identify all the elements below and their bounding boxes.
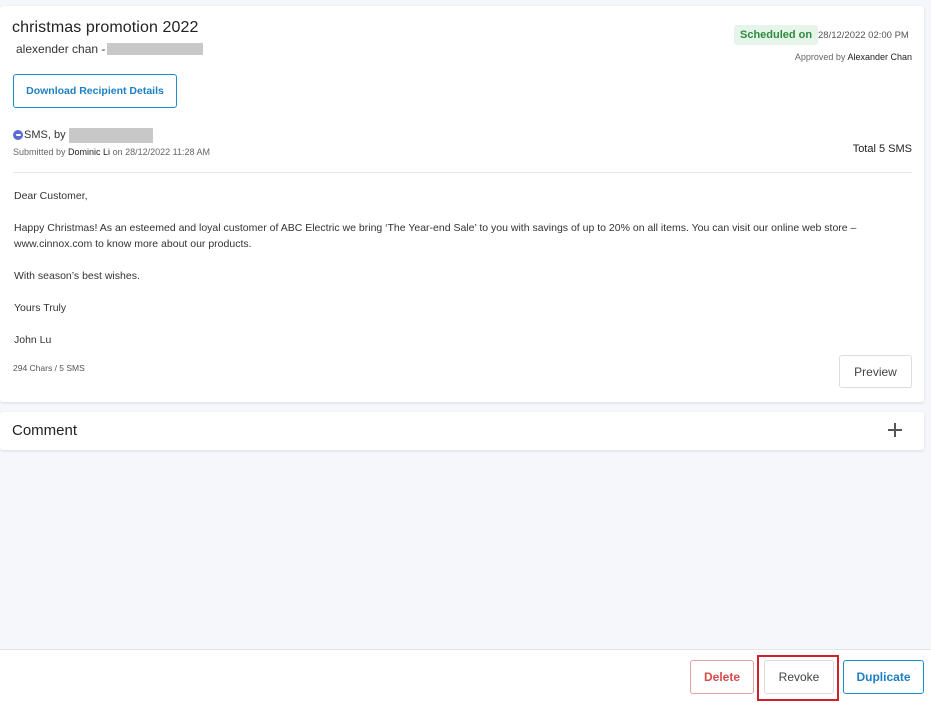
page: christmas promotion 2022 alexender chan … — [0, 0, 931, 703]
channel-label: SMS, by — [24, 129, 66, 141]
approver-name: Alexander Chan — [847, 52, 912, 62]
campaign-title: christmas promotion 2022 — [12, 19, 199, 36]
approved-by: Approved by Alexander Chan — [795, 52, 912, 62]
sender-row: alexender chan - — [16, 42, 204, 56]
submitter-name: Dominic Li — [68, 147, 111, 157]
duplicate-button[interactable]: Duplicate — [843, 660, 924, 694]
submitted-prefix: Submitted by — [13, 147, 66, 157]
comment-title: Comment — [12, 422, 78, 439]
message-paragraph: Happy Christmas! As an esteemed and loya… — [14, 222, 857, 250]
message-paragraph: John Lu — [14, 334, 52, 346]
message-paragraph: Yours Truly — [14, 302, 67, 314]
scheduled-time: 28/12/2022 02:00 PM — [818, 30, 909, 41]
plus-icon[interactable] — [888, 423, 902, 437]
status-badge: Scheduled on — [734, 25, 819, 45]
submitted-info: Submitted by Dominic Li on 28/12/2022 11… — [13, 147, 210, 157]
approved-prefix: Approved by — [794, 52, 846, 62]
delete-button[interactable]: Delete — [690, 660, 754, 694]
comment-section[interactable]: Comment — [0, 412, 924, 450]
sender-name: alexender chan - — [16, 42, 106, 56]
download-recipient-details-button[interactable]: Download Recipient Details — [13, 74, 177, 108]
message-body: Dear Customer, Happy Christmas! As an es… — [14, 188, 912, 364]
char-count: 294 Chars / 5 SMS — [13, 363, 85, 373]
submitted-date: on 28/12/2022 11:28 AM — [112, 147, 210, 157]
message-paragraph: Dear Customer, — [14, 190, 88, 202]
total-sms: Total 5 SMS — [852, 143, 912, 155]
redacted-sender-number — [107, 43, 204, 55]
sms-icon — [13, 130, 23, 140]
action-footer: Delete Revoke Duplicate — [0, 649, 931, 703]
preview-button[interactable]: Preview — [839, 355, 912, 388]
campaign-card: christmas promotion 2022 alexender chan … — [0, 6, 924, 402]
channel-row: SMS, by — [13, 127, 153, 143]
message-paragraph: With season’s best wishes. — [14, 270, 140, 282]
divider — [13, 172, 912, 173]
revoke-button[interactable]: Revoke — [764, 660, 834, 694]
redacted-sender — [68, 127, 153, 143]
